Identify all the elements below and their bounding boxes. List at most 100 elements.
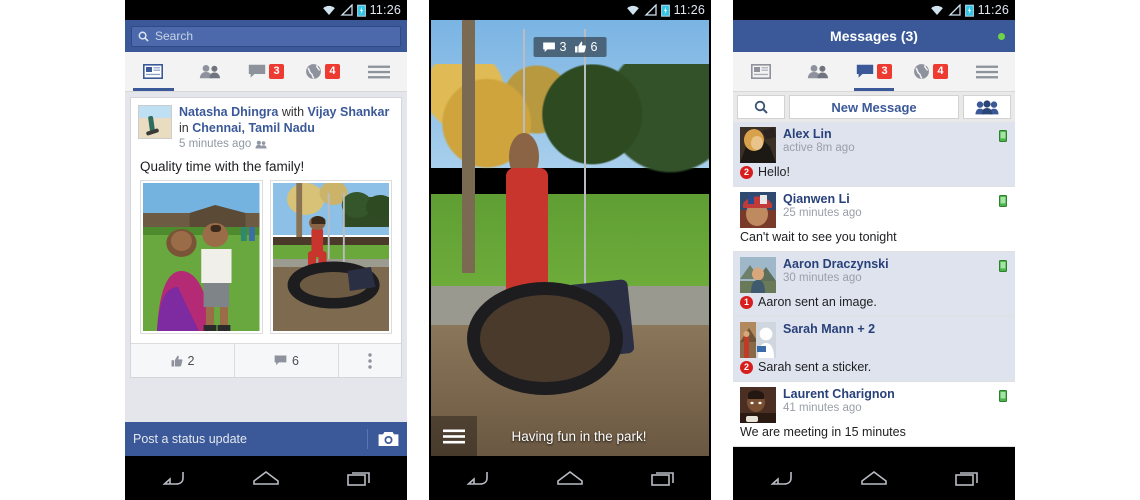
- recents-button[interactable]: [337, 463, 383, 493]
- battery-icon: [356, 4, 366, 17]
- post-byline: Natasha Dhingra with Vijay Shankar in Ch…: [179, 105, 394, 136]
- tab-more[interactable]: [351, 52, 407, 91]
- photo-child-on-tire-swing-image: [272, 183, 389, 332]
- avatar-qianwen-li[interactable]: [740, 192, 776, 228]
- news-feed[interactable]: Natasha Dhingra with Vijay Shankar in Ch…: [125, 92, 407, 460]
- like-button[interactable]: 2: [131, 344, 235, 378]
- like-count-group: 6: [575, 40, 598, 54]
- new-message-label: New Message: [831, 99, 917, 115]
- news-feed-icon: [143, 64, 164, 79]
- back-button[interactable]: [453, 463, 499, 493]
- status-composer[interactable]: Post a status update: [125, 422, 407, 456]
- list-item[interactable]: Alex Lin active 8m ago 2 Hello!: [733, 122, 1015, 187]
- overflow-menu-button[interactable]: [339, 344, 401, 377]
- tab-more[interactable]: [959, 52, 1015, 91]
- tab-news-feed[interactable]: [125, 52, 181, 91]
- hamburger-icon: [975, 65, 998, 78]
- comment-icon: [274, 355, 287, 366]
- photo-viewer[interactable]: 3 6 Having fun in the park!: [429, 20, 711, 456]
- photo-mother-and-child-image: [143, 183, 260, 332]
- messages-badge: 3: [877, 64, 893, 79]
- tab-messages[interactable]: 3: [238, 52, 294, 91]
- mobile-online-icon: [999, 390, 1007, 402]
- thread-time: 30 minutes ago: [783, 272, 862, 284]
- phone-right-messages: 11:26 Messages (3) 3 4 New Message Alex …: [733, 0, 1015, 500]
- tab-news-feed[interactable]: [733, 52, 789, 91]
- photo-caption-bar: Having fun in the park!: [431, 416, 709, 456]
- tab-friends[interactable]: [789, 52, 845, 91]
- message-thread-list[interactable]: Alex Lin active 8m ago 2 Hello! Qianwen …: [733, 122, 1015, 472]
- post-tagged-person[interactable]: Vijay Shankar: [308, 105, 390, 119]
- status-bar-middle: 11:26: [429, 0, 711, 20]
- recents-button[interactable]: [945, 463, 991, 493]
- notifications-badge: 4: [932, 64, 948, 79]
- recents-button[interactable]: [641, 463, 687, 493]
- back-icon: [466, 472, 488, 485]
- tab-bar-right: 3 4: [733, 52, 1015, 92]
- post-author[interactable]: Natasha Dhingra: [179, 105, 278, 119]
- list-item[interactable]: Laurent Charignon 41 minutes ago We are …: [733, 382, 1015, 447]
- notifications-badge: 4: [324, 64, 340, 79]
- avatar-alex-lin[interactable]: [740, 127, 776, 163]
- list-item[interactable]: Qianwen Li 25 minutes ago Can't wait to …: [733, 187, 1015, 252]
- home-button[interactable]: [243, 463, 289, 493]
- photo-mother-and-child[interactable]: [140, 180, 263, 335]
- photo-child-on-tire-swing-fullscreen[interactable]: [431, 20, 709, 456]
- avatar-sarah-mann-group[interactable]: [740, 322, 776, 358]
- photo-engagement-badge[interactable]: 3 6: [533, 37, 607, 57]
- thread-snippet-row: 1 Aaron sent an image.: [740, 295, 1008, 309]
- photo-like-count: 6: [590, 40, 598, 54]
- tab-notifications[interactable]: 4: [294, 52, 350, 91]
- messages-icon: [248, 64, 266, 78]
- battery-icon: [964, 4, 974, 17]
- signal-icon: [644, 4, 657, 16]
- hamburger-icon: [367, 65, 390, 78]
- search-button[interactable]: [737, 95, 785, 119]
- home-icon: [253, 471, 279, 485]
- back-button[interactable]: [757, 463, 803, 493]
- thread-name: Laurent Charignon: [783, 387, 895, 401]
- avatar-aaron-draczynski[interactable]: [740, 257, 776, 293]
- search-input[interactable]: Search: [131, 25, 401, 47]
- list-item[interactable]: Sarah Mann + 2 2 Sarah sent a sticker.: [733, 317, 1015, 382]
- signal-icon: [340, 4, 353, 16]
- avatar-laurent-charignon[interactable]: [740, 387, 776, 423]
- tab-notifications[interactable]: 4: [902, 52, 958, 91]
- group-message-button[interactable]: [963, 95, 1011, 119]
- search-placeholder: Search: [155, 29, 194, 43]
- hamburger-icon: [443, 429, 465, 443]
- search-icon: [754, 100, 768, 114]
- back-button[interactable]: [149, 463, 195, 493]
- thread-snippet: Hello!: [758, 165, 790, 179]
- tab-friends[interactable]: [181, 52, 237, 91]
- comment-icon: [543, 42, 555, 52]
- post-card[interactable]: Natasha Dhingra with Vijay Shankar in Ch…: [130, 97, 402, 379]
- thread-snippet-row: Can't wait to see you tonight: [740, 230, 1008, 244]
- photo-caption: Having fun in the park!: [511, 428, 647, 444]
- camera-icon[interactable]: [378, 431, 399, 447]
- home-button[interactable]: [547, 463, 593, 493]
- tab-messages[interactable]: 3: [846, 52, 902, 91]
- android-nav-bar-left: [125, 456, 407, 500]
- photo-child-on-tire-swing[interactable]: [269, 180, 392, 335]
- group-people-icon: [975, 99, 999, 114]
- new-message-button[interactable]: New Message: [789, 95, 959, 119]
- thread-snippet: Aaron sent an image.: [758, 295, 877, 309]
- active-tab-underline: [132, 88, 174, 91]
- active-tab-underline: [853, 88, 895, 91]
- thread-name: Alex Lin: [783, 127, 832, 141]
- in-label: in: [179, 120, 189, 135]
- like-count: 2: [187, 353, 195, 368]
- avatar[interactable]: [138, 105, 172, 139]
- home-button[interactable]: [851, 463, 897, 493]
- status-clock: 11:26: [977, 3, 1009, 17]
- comment-count-group: 3: [543, 40, 567, 54]
- search-icon: [138, 31, 149, 42]
- comment-button[interactable]: 6: [235, 344, 339, 378]
- thumbs-up-icon: [575, 41, 586, 53]
- photo-menu-button[interactable]: [431, 416, 477, 456]
- photo-comment-count: 3: [559, 40, 567, 54]
- post-place[interactable]: Chennai, Tamil Nadu: [192, 121, 315, 135]
- list-item[interactable]: Aaron Draczynski 30 minutes ago 1 Aaron …: [733, 252, 1015, 317]
- battery-icon: [660, 4, 670, 17]
